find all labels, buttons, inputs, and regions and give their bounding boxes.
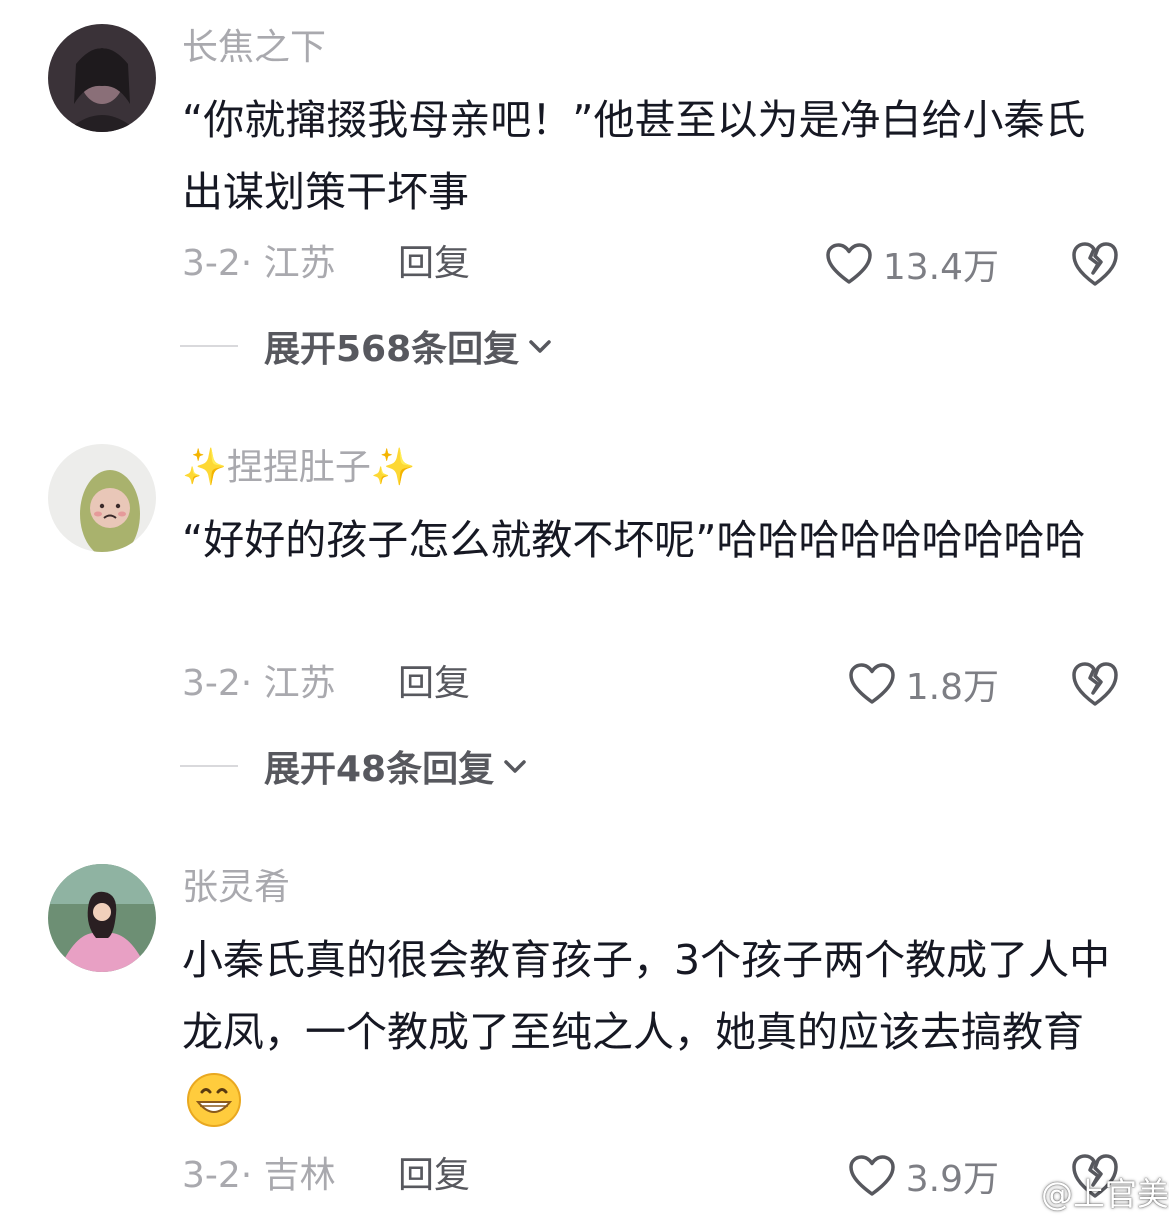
like-button[interactable]: 1.8万	[848, 660, 999, 708]
reply-button[interactable]: 回复	[398, 1154, 470, 1198]
expand-replies-button[interactable]: 展开48条回复	[180, 744, 528, 790]
weibo-logo-icon	[995, 1179, 1033, 1208]
watermark-text: @上官美姨	[1041, 1175, 1169, 1213]
like-count: 1.8万	[905, 667, 999, 708]
reply-button[interactable]: 回复	[398, 662, 470, 706]
comment-text: “你就撺掇我母亲吧！”他甚至以为是净白给小秦氏出谋划策干坏事	[182, 96, 1086, 216]
comment-meta: 3-2· 江苏	[182, 663, 336, 704]
divider-line	[180, 345, 238, 347]
dislike-button[interactable]	[1070, 240, 1120, 288]
heart-icon	[848, 1155, 895, 1196]
portrait-avatar-icon	[48, 24, 156, 132]
username[interactable]: 长焦之下	[182, 26, 326, 70]
knitted-doll-avatar-icon	[48, 444, 156, 552]
expand-replies-label: 展开48条回复	[264, 749, 495, 790]
divider-line	[180, 765, 238, 767]
like-button[interactable]: 13.4万	[825, 240, 999, 288]
user-avatar[interactable]	[48, 24, 156, 132]
watermark: @上官美姨	[995, 1170, 1169, 1214]
like-count: 13.4万	[882, 247, 999, 288]
user-avatar[interactable]	[48, 444, 156, 552]
expand-replies-label: 展开568条回复	[264, 329, 520, 370]
expand-replies-button[interactable]: 展开568条回复	[180, 324, 553, 370]
broken-heart-icon	[1072, 662, 1118, 706]
like-button[interactable]: 3.9万	[848, 1152, 999, 1200]
broken-heart-icon	[1072, 242, 1118, 286]
dislike-button[interactable]	[1070, 660, 1120, 708]
princess-avatar-icon	[48, 864, 156, 972]
comment-text: 小秦氏真的很会教育孩子，3个孩子两个教成了人中龙凤，一个教成了至纯之人，她真的应…	[182, 924, 1122, 1150]
like-count: 3.9万	[905, 1159, 999, 1200]
chevron-down-icon	[504, 760, 526, 773]
chevron-down-icon	[529, 340, 551, 353]
grinning-face-emoji-icon	[186, 1072, 242, 1150]
heart-icon	[848, 663, 895, 704]
comment-meta: 3-2· 江苏	[182, 243, 336, 284]
comment-text: “好好的孩子怎么就教不坏呢”哈哈哈哈哈哈哈哈哈	[182, 516, 1086, 564]
comment-text-body: 小秦氏真的很会教育孩子，3个孩子两个教成了人中龙凤，一个教成了至纯之人，她真的应…	[182, 936, 1111, 1056]
comment-meta: 3-2· 吉林	[182, 1155, 336, 1196]
username[interactable]: ✨捏捏肚子✨	[182, 446, 416, 490]
reply-button[interactable]: 回复	[398, 242, 470, 286]
username[interactable]: 张灵肴	[182, 866, 290, 910]
user-avatar[interactable]	[48, 864, 156, 972]
heart-icon	[826, 243, 872, 284]
